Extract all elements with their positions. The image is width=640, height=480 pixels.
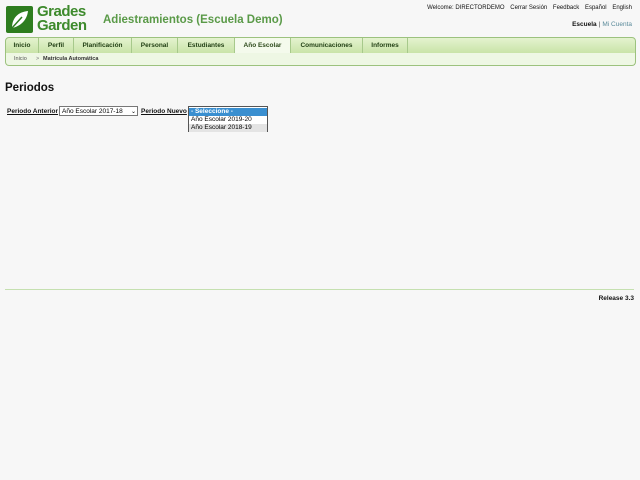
nav-planificacion[interactable]: Planificación xyxy=(74,38,132,53)
previous-period-value: Año Escolar 2017-18 xyxy=(62,108,123,115)
grades-garden-logo-icon[interactable] xyxy=(6,6,33,33)
spanish-link[interactable]: Español xyxy=(585,5,607,11)
previous-period-select[interactable]: Año Escolar 2017-18 ⌄ xyxy=(59,106,138,116)
nav-informes[interactable]: Informes xyxy=(363,38,408,53)
main-nav: Inicio Perfil Planificación Personal Est… xyxy=(5,37,636,54)
nav-perfil[interactable]: Perfil xyxy=(39,38,74,53)
school-link[interactable]: Escuela xyxy=(572,21,597,28)
top-links: Welcome: DIRECTORDEMO Cerrar Sesión Feed… xyxy=(423,5,632,11)
feedback-link[interactable]: Feedback xyxy=(553,5,579,11)
breadcrumb-current: Matrícula Automática xyxy=(43,56,99,62)
app-title: Adiestramientos (Escuela Demo) xyxy=(103,14,283,26)
chevron-down-icon: ⌄ xyxy=(130,109,136,115)
dropdown-option-placeholder[interactable]: - Seleccione - xyxy=(189,108,267,116)
nav-personal[interactable]: Personal xyxy=(132,38,178,53)
new-period-dropdown[interactable]: - Seleccione - Año Escolar 2019-20 Año E… xyxy=(188,106,268,132)
logo-text[interactable]: Grades Garden xyxy=(37,4,87,34)
dropdown-option-2018-19[interactable]: Año Escolar 2018-19 xyxy=(189,124,267,132)
breadcrumb-home[interactable]: Inicio xyxy=(14,53,27,65)
footer-divider xyxy=(5,289,634,290)
nav-ano-escolar[interactable]: Año Escolar xyxy=(235,38,291,53)
welcome-text: Welcome: DIRECTORDEMO xyxy=(427,5,505,11)
release-version: Release 3.3 xyxy=(598,295,634,302)
previous-period-label: Periodo Anterior xyxy=(7,108,59,115)
breadcrumb-separator: > xyxy=(36,56,40,62)
school-account-links: Escuela | Mi Cuenta xyxy=(572,21,632,28)
page-title: Periodos xyxy=(5,82,55,94)
breadcrumb: Inicio > Matrícula Automática xyxy=(5,53,636,66)
nav-comunicaciones[interactable]: Comunicaciones xyxy=(291,38,363,53)
link-separator: | xyxy=(598,21,601,28)
new-period-label: Periodo Nuevo xyxy=(141,108,187,115)
nav-inicio[interactable]: Inicio xyxy=(6,38,39,53)
nav-estudiantes[interactable]: Estudiantes xyxy=(178,38,235,53)
dropdown-option-2019-20[interactable]: Año Escolar 2019-20 xyxy=(189,116,267,124)
english-link[interactable]: English xyxy=(612,5,632,11)
logo-line-2: Garden xyxy=(37,17,87,34)
my-account-link[interactable]: Mi Cuenta xyxy=(602,21,632,28)
logout-link[interactable]: Cerrar Sesión xyxy=(510,5,547,11)
